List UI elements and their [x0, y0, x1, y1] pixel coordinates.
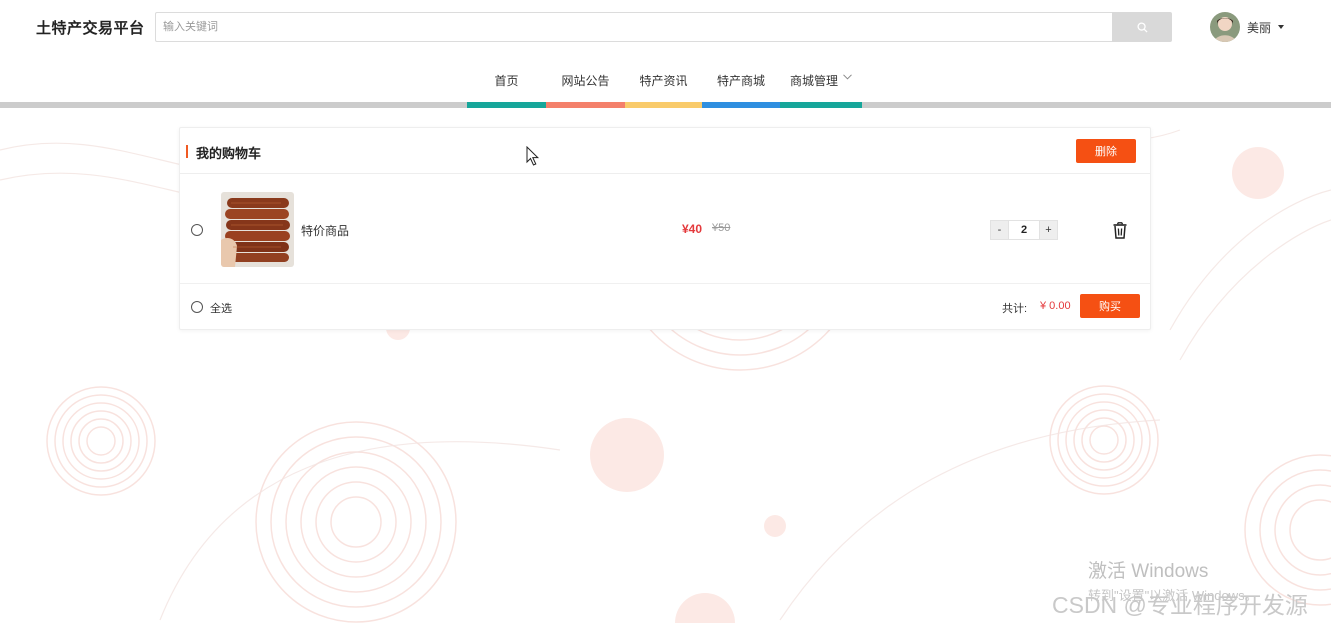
main-nav: 首页 网站公告 特产资讯 特产商城 商城管理 — [0, 54, 1331, 108]
search-icon — [1136, 21, 1148, 33]
activation-title: 激活 Windows — [1088, 561, 1209, 582]
product-price: ¥40 — [682, 222, 703, 236]
select-all-label[interactable]: 全选 — [210, 300, 232, 316]
nav-item-home[interactable]: 首页 — [467, 54, 546, 108]
csdn-watermark: CSDN @专业程序开发源 — [1052, 592, 1308, 618]
cart-footer: 全选 共计: ¥ 0.00 购买 — [180, 284, 1150, 331]
nav-label: 特产商城 — [716, 74, 765, 88]
product-original-price: ¥50 — [712, 222, 731, 234]
total-label: 共计: — [1002, 303, 1028, 315]
nav-color-bar — [625, 102, 702, 108]
nav-item-news[interactable]: 特产资讯 — [625, 54, 702, 108]
nav-label: 特产资讯 — [639, 74, 688, 88]
title-accent-mark — [186, 145, 188, 158]
select-all-radio[interactable] — [191, 301, 203, 313]
site-logo[interactable]: 土特产交易平台 — [36, 17, 145, 38]
nav-color-bar — [546, 102, 625, 108]
nav-label: 首页 — [494, 74, 519, 88]
chevron-down-icon — [843, 74, 852, 80]
cart-item-row: 特价商品 ¥40 ¥50 - + — [180, 174, 1150, 284]
nav-label: 网站公告 — [561, 74, 610, 88]
cart-header: 我的购物车 删除 — [180, 128, 1150, 174]
quantity-input[interactable] — [1009, 220, 1039, 240]
quantity-increase-button[interactable]: + — [1039, 220, 1058, 240]
nav-label: 商城管理 — [789, 74, 838, 88]
product-thumbnail[interactable] — [221, 192, 294, 267]
item-select-radio[interactable] — [191, 224, 203, 236]
delete-button[interactable]: 删除 — [1076, 139, 1136, 163]
buy-button[interactable]: 购买 — [1080, 294, 1140, 318]
quantity-stepper: - + — [990, 220, 1062, 240]
caret-down-icon — [1278, 25, 1285, 29]
avatar — [1210, 12, 1240, 42]
user-menu[interactable]: 美丽 — [1210, 12, 1285, 42]
nav-item-notice[interactable]: 网站公告 — [546, 54, 625, 108]
nav-color-bar — [702, 102, 780, 108]
search-input[interactable] — [155, 12, 1113, 42]
user-name: 美丽 — [1247, 20, 1272, 35]
total-value: ¥ 0.00 — [1040, 300, 1071, 312]
nav-color-bar — [467, 102, 546, 108]
nav-item-mall[interactable]: 特产商城 — [702, 54, 780, 108]
quantity-decrease-button[interactable]: - — [990, 220, 1009, 240]
search-button[interactable] — [1112, 12, 1172, 42]
trash-icon[interactable] — [1112, 222, 1128, 239]
cart-title: 我的购物车 — [196, 146, 262, 161]
cart-panel: 我的购物车 删除 特价商品 ¥40 ¥50 - + — [179, 127, 1151, 330]
product-name[interactable]: 特价商品 — [301, 222, 349, 239]
cursor-icon — [526, 146, 540, 166]
header: 土特产交易平台 美丽 — [0, 0, 1331, 54]
nav-color-bar — [780, 102, 862, 108]
nav-item-mall-manage[interactable]: 商城管理 — [780, 54, 862, 108]
